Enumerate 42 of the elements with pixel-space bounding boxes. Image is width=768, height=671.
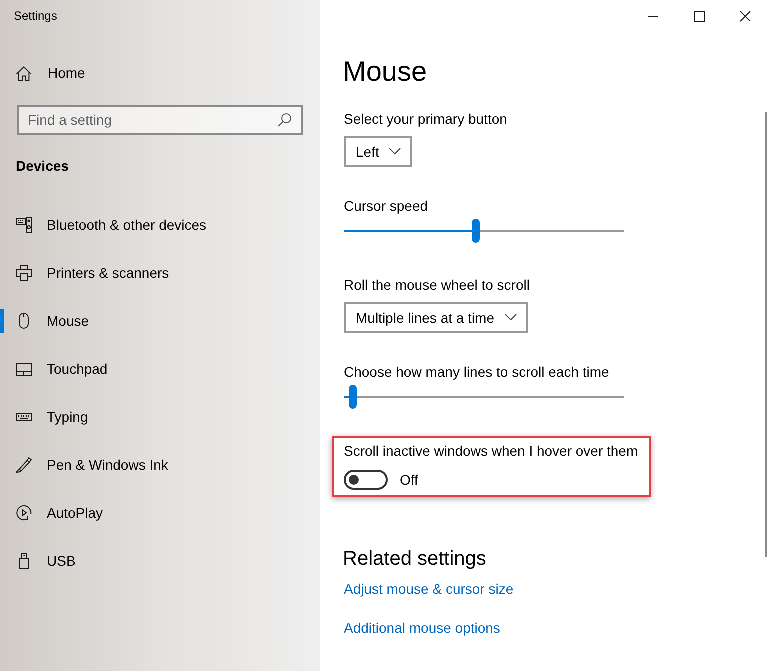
sidebar-item[interactable]: Mouse	[0, 297, 320, 345]
scrollbar-thumb[interactable]	[765, 112, 767, 557]
slider-thumb[interactable]	[472, 219, 480, 243]
section-heading: Related settings	[343, 547, 486, 572]
setting-label: Roll the mouse wheel to scroll	[344, 276, 530, 295]
slider-thumb[interactable]	[349, 385, 358, 409]
keyboard-icon	[16, 413, 32, 421]
chevron-down-icon	[504, 314, 517, 321]
toggle-state: Off	[400, 471, 418, 490]
sidebar-item[interactable]: Typing	[0, 393, 320, 441]
play-circle-icon	[16, 505, 32, 521]
window-title: Settings	[14, 8, 58, 24]
section-heading: Devices	[15, 157, 70, 176]
sidebar-item[interactable]: AutoPlay	[0, 489, 320, 537]
sidebar-item[interactable]: Pen & Windows Ink	[0, 441, 320, 489]
link[interactable]: Adjust mouse & cursor size	[344, 579, 514, 599]
sidebar-item[interactable]: Touchpad	[0, 345, 320, 393]
search-icon[interactable]	[278, 113, 292, 127]
setting-label: Select your primary button	[344, 110, 508, 129]
dropdown[interactable]: Multiple lines at a time	[344, 302, 528, 333]
setting-label: Scroll inactive windows when I hover over them	[344, 442, 638, 461]
printer-icon	[16, 265, 32, 281]
keyboard-speaker-icon	[16, 217, 32, 233]
usb-drive-icon	[19, 553, 29, 569]
sidebar-item[interactable]: USB	[0, 537, 320, 585]
chevron-down-icon	[389, 148, 402, 155]
toggle-switch[interactable]	[344, 470, 388, 490]
sidebar-item[interactable]: Bluetooth & other devices	[0, 201, 320, 249]
search-field[interactable]: Find a setting	[17, 105, 303, 135]
page-heading: Mouse	[343, 55, 428, 89]
close-icon[interactable]	[740, 10, 750, 22]
sidebar-item[interactable]: Printers & scanners	[0, 249, 320, 297]
link[interactable]: Additional mouse options	[344, 618, 500, 638]
setting-label: Choose how many lines to scroll each time	[344, 363, 610, 382]
home-link[interactable]: Home	[0, 49, 320, 97]
home-icon	[16, 66, 32, 80]
maximize-icon[interactable]	[694, 10, 704, 22]
mouse-icon	[19, 313, 29, 329]
dropdown[interactable]: Left	[344, 136, 412, 167]
touchpad-icon	[16, 362, 32, 376]
pen-icon	[16, 457, 32, 473]
setting-label: Cursor speed	[344, 197, 428, 216]
